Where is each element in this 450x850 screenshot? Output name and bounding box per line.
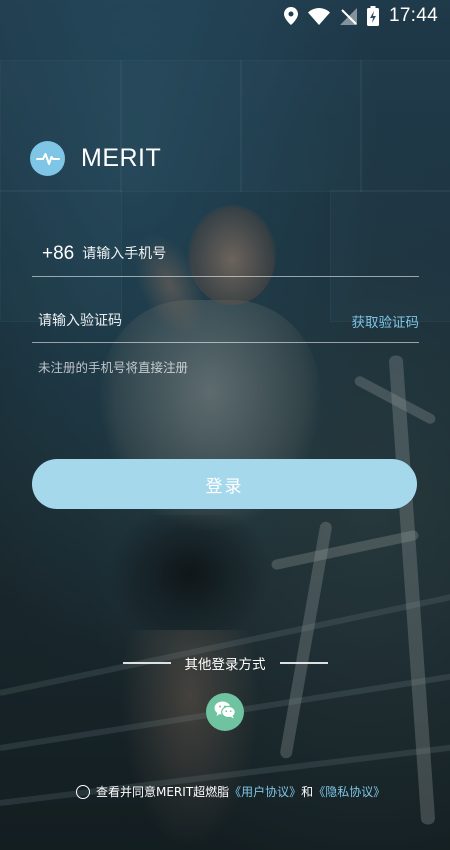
wechat-icon — [214, 701, 236, 723]
status-time: 17:44 — [388, 5, 438, 26]
status-bar: 17:44 — [0, 0, 450, 32]
divider-line-left — [122, 662, 171, 664]
wifi-icon — [307, 7, 330, 25]
other-login-divider: 其他登录方式 — [0, 653, 450, 673]
verification-code-input[interactable] — [38, 313, 352, 329]
agreement-row: 查看并同意MERIT超燃脂 《用户协议》 和 《隐私协议》 — [76, 783, 385, 800]
country-code[interactable]: +86 — [42, 243, 74, 265]
register-hint: 未注册的手机号将直接注册 — [38, 360, 189, 375]
phone-field: +86 — [32, 232, 419, 277]
location-icon — [283, 7, 298, 25]
pulse-icon — [30, 141, 65, 176]
login-button[interactable]: 登录 — [32, 459, 417, 509]
divider-line-right — [279, 662, 328, 664]
verification-code-field: 获取验证码 — [32, 300, 419, 343]
app-name: MERIT — [81, 144, 162, 172]
get-code-button[interactable]: 获取验证码 — [352, 311, 420, 331]
agreement-radio[interactable] — [76, 784, 90, 799]
user-agreement-link[interactable]: 《用户协议》 — [229, 783, 301, 800]
battery-charging-icon — [366, 6, 379, 26]
other-login-label: 其他登录方式 — [184, 657, 266, 673]
app-logo: MERIT — [30, 141, 161, 176]
phone-input[interactable] — [82, 246, 419, 262]
agreement-and: 和 — [301, 785, 314, 799]
no-signal-icon — [339, 7, 357, 25]
privacy-agreement-link[interactable]: 《隐私协议》 — [313, 783, 385, 800]
wechat-login-button[interactable] — [206, 693, 244, 731]
agreement-prefix: 查看并同意MERIT超燃脂 — [96, 785, 230, 799]
